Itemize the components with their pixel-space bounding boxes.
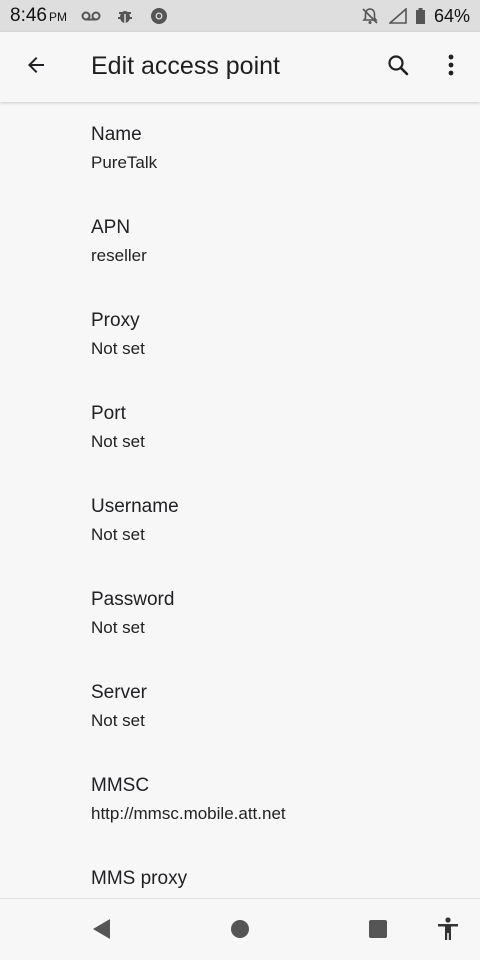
nav-recents-button[interactable] bbox=[364, 917, 392, 945]
pref-summary: Not set bbox=[91, 339, 145, 358]
more-options-button[interactable] bbox=[436, 49, 466, 85]
status-bar: 8:46 PM 64% bbox=[0, 0, 480, 32]
pref-name[interactable]: Name PureTalk bbox=[0, 102, 480, 195]
back-triangle-icon bbox=[92, 918, 112, 945]
pref-title: APN bbox=[91, 217, 131, 238]
preference-list: Name PureTalk APN reseller Proxy Not set… bbox=[0, 102, 480, 898]
pref-password[interactable]: Password Not set bbox=[0, 567, 480, 660]
nav-back-button[interactable] bbox=[88, 917, 116, 945]
pref-summary: PureTalk bbox=[91, 153, 158, 172]
pref-username[interactable]: Username Not set bbox=[0, 474, 480, 567]
pref-proxy[interactable]: Proxy Not set bbox=[0, 288, 480, 381]
pref-title: Username bbox=[91, 496, 179, 517]
nav-accessibility-button[interactable] bbox=[434, 916, 462, 946]
pref-summary: Not set bbox=[91, 711, 145, 730]
home-circle-icon bbox=[230, 919, 250, 944]
pref-summary: http://mmsc.mobile.att.net bbox=[91, 804, 286, 823]
pref-server[interactable]: Server Not set bbox=[0, 660, 480, 753]
nav-home-button[interactable] bbox=[226, 917, 254, 945]
notifications-off-icon bbox=[360, 6, 380, 26]
pref-summary: Not set bbox=[91, 618, 145, 637]
bug-icon bbox=[115, 6, 135, 26]
chrome-icon bbox=[149, 6, 169, 26]
search-icon bbox=[386, 53, 410, 82]
arrow-back-icon bbox=[24, 53, 48, 82]
pref-port[interactable]: Port Not set bbox=[0, 381, 480, 474]
pref-summary: Not set bbox=[91, 525, 145, 544]
signal-icon bbox=[388, 6, 408, 26]
app-bar: Edit access point bbox=[0, 32, 480, 102]
navigation-bar bbox=[0, 898, 480, 960]
pref-title: MMS proxy bbox=[91, 868, 188, 889]
pref-title: Password bbox=[91, 589, 175, 610]
pref-title: MMSC bbox=[91, 775, 150, 796]
pref-mms-proxy[interactable]: MMS proxy bbox=[0, 846, 480, 898]
pref-title: Name bbox=[91, 124, 142, 145]
accessibility-icon bbox=[437, 916, 459, 946]
pref-apn[interactable]: APN reseller bbox=[0, 195, 480, 288]
status-time: 8:46 PM bbox=[10, 5, 67, 26]
recents-square-icon bbox=[368, 919, 388, 944]
battery-percent: 64% bbox=[433, 5, 470, 26]
voicemail-icon bbox=[81, 6, 101, 26]
back-button[interactable] bbox=[18, 49, 54, 85]
pref-summary: Not set bbox=[91, 432, 145, 451]
pref-summary: reseller bbox=[91, 246, 147, 265]
page-title: Edit access point bbox=[91, 52, 280, 80]
search-button[interactable] bbox=[380, 49, 416, 85]
more-vert-icon bbox=[448, 54, 454, 81]
pref-title: Proxy bbox=[91, 310, 140, 331]
pref-mmsc[interactable]: MMSC http://mmsc.mobile.att.net bbox=[0, 753, 480, 846]
pref-title: Server bbox=[91, 682, 147, 703]
pref-title: Port bbox=[91, 403, 126, 424]
battery-icon bbox=[416, 6, 426, 26]
